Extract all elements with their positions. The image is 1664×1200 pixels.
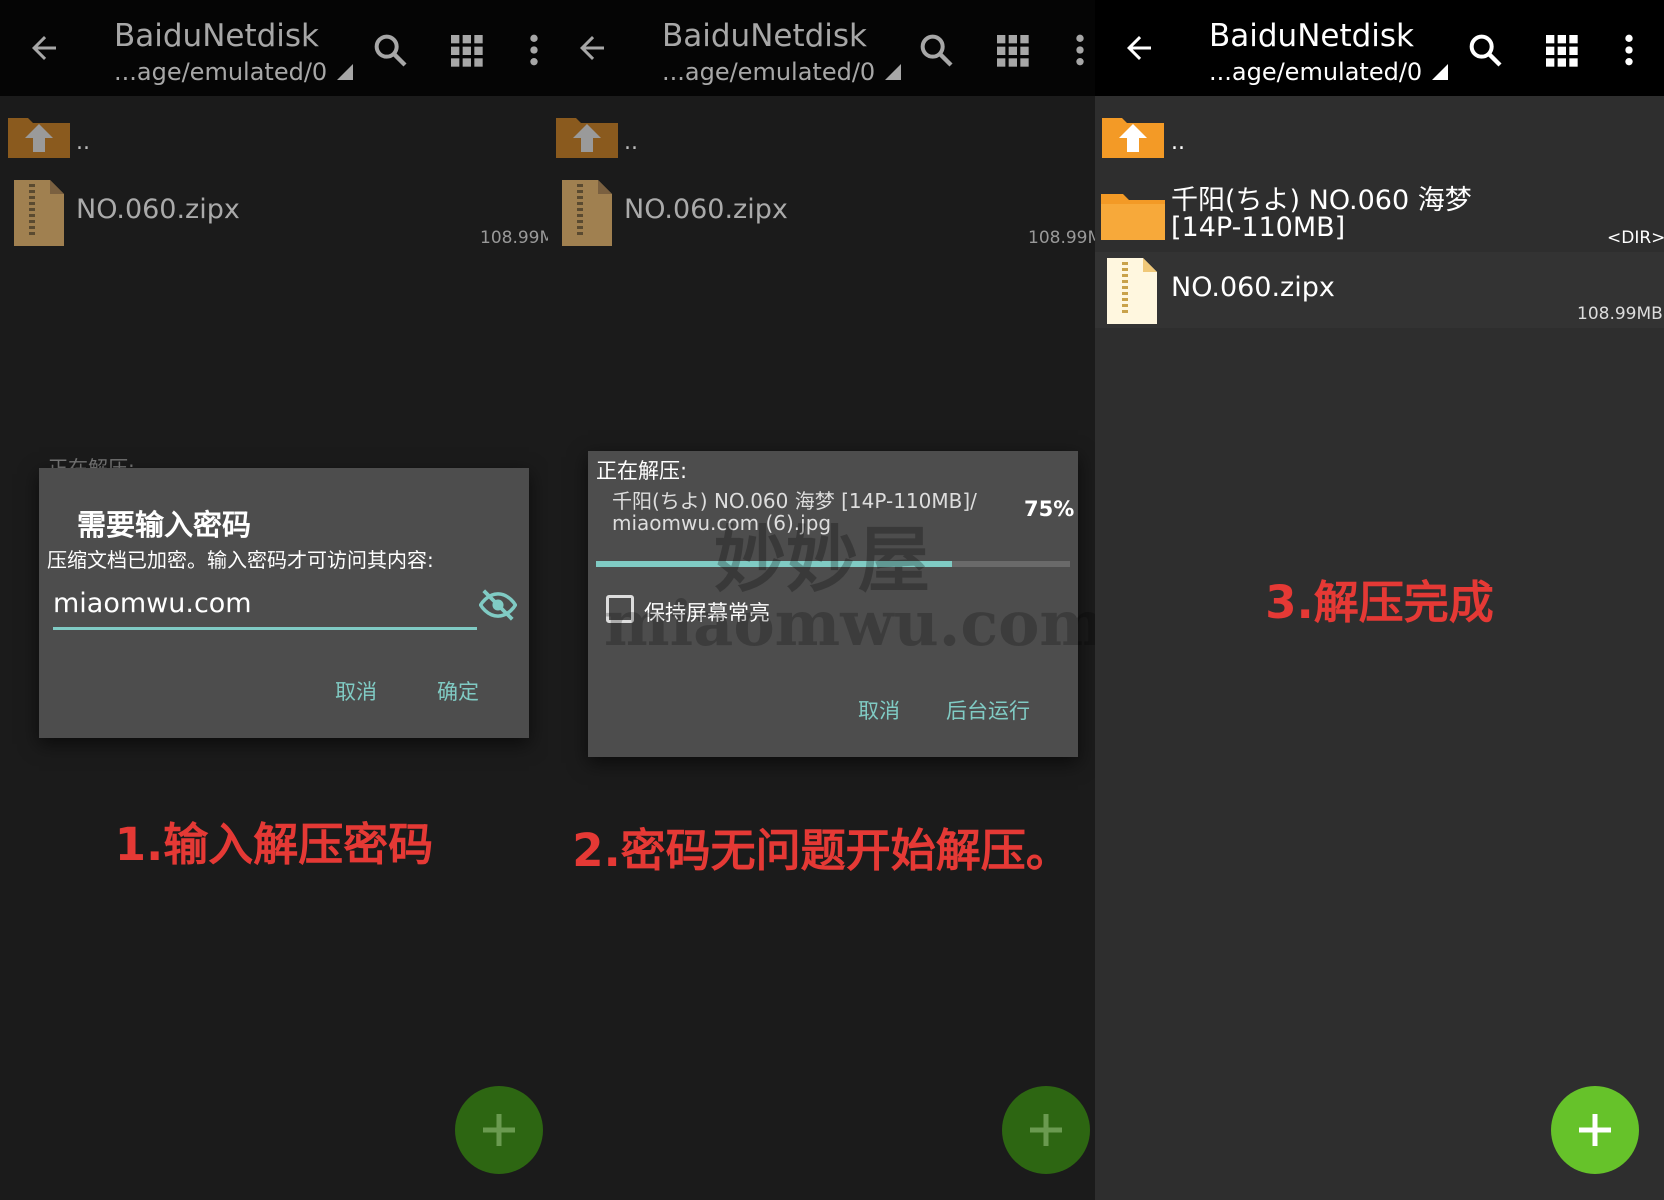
run-in-background-button[interactable]: 后台运行	[946, 695, 1030, 725]
path-dropdown[interactable]: ...age/emulated/0	[662, 58, 902, 86]
grid-icon[interactable]	[1541, 30, 1581, 70]
search-icon[interactable]	[370, 30, 410, 70]
file-name: NO.060.zipx	[76, 194, 240, 225]
path-label: ...age/emulated/0	[114, 58, 328, 86]
parent-dir-label: ..	[1171, 130, 1185, 155]
watermark-en: miaomwu.com	[604, 587, 1095, 660]
folder-up-icon	[8, 118, 70, 158]
folder-icon	[1101, 194, 1165, 240]
panel-step-2: BaiduNetdisk ...age/emulated/0 .. NO.060…	[548, 0, 1095, 1200]
path-dropdown[interactable]: ...age/emulated/0	[114, 58, 354, 86]
extract-progress-dialog: 正在解压: 千阳(ちよ) NO.060 海梦 [14P-110MB]/ miao…	[588, 451, 1095, 757]
add-fab-button[interactable]	[1002, 1086, 1090, 1174]
path-dropdown[interactable]: ...age/emulated/0	[1209, 58, 1449, 86]
app-bar: BaiduNetdisk ...age/emulated/0	[548, 0, 1095, 96]
step-caption: 1.输入解压密码	[114, 818, 434, 871]
app-title: BaiduNetdisk	[1209, 18, 1415, 54]
extracting-label: 正在解压:	[596, 459, 688, 483]
parent-dir-label: ..	[76, 130, 90, 155]
file-size: 108.99M	[480, 228, 548, 248]
eye-off-icon[interactable]	[479, 586, 517, 624]
file-size: 108.99M	[1028, 228, 1095, 248]
panel-step-3: BaiduNetdisk ...age/emulated/0 .. 千阳(ちよ)…	[1095, 0, 1664, 1200]
ok-button[interactable]: 确定	[437, 676, 479, 706]
app-bar: BaiduNetdisk ...age/emulated/0	[0, 0, 548, 96]
parent-dir-label: ..	[624, 130, 638, 155]
cancel-button[interactable]: 取消	[858, 695, 900, 725]
app-title: BaiduNetdisk	[114, 18, 320, 54]
progress-percent: 75%	[1024, 497, 1075, 521]
panel-step-1: BaiduNetdisk ...age/emulated/0 .. NO.060…	[0, 0, 548, 1200]
file-size: 108.99MB	[1577, 304, 1663, 324]
grid-icon[interactable]	[446, 30, 486, 70]
folder-name-line2: [14P-110MB]	[1171, 212, 1346, 243]
zip-file-icon	[562, 180, 612, 246]
cancel-button[interactable]: 取消	[335, 676, 377, 706]
folder-up-icon	[556, 118, 618, 158]
password-dialog: 需要输入密码 压缩文档已加密。输入密码才可访问其内容: 取消 确定	[39, 468, 529, 738]
dropdown-triangle-icon	[337, 64, 354, 80]
list-item-zip[interactable]: NO.060.zipx 108.99MB	[1095, 252, 1664, 328]
search-icon[interactable]	[1465, 30, 1505, 70]
app-bar: BaiduNetdisk ...age/emulated/0	[1095, 0, 1664, 96]
step-caption: 3.解压完成	[1265, 576, 1494, 629]
back-arrow-icon[interactable]	[1121, 30, 1157, 66]
path-label: ...age/emulated/0	[662, 58, 876, 86]
back-arrow-icon[interactable]	[26, 30, 62, 66]
plus-icon	[483, 1114, 515, 1146]
dropdown-triangle-icon	[885, 64, 902, 80]
back-arrow-icon[interactable]	[574, 30, 610, 66]
grid-icon[interactable]	[992, 30, 1032, 70]
path-label: ...age/emulated/0	[1209, 58, 1423, 86]
dialog-message: 压缩文档已加密。输入密码才可访问其内容:	[47, 548, 434, 572]
more-vert-icon[interactable]	[1609, 30, 1649, 70]
more-vert-icon[interactable]	[1060, 30, 1095, 70]
file-name: NO.060.zipx	[1171, 272, 1335, 303]
file-name: NO.060.zipx	[624, 194, 788, 225]
step-caption: 2.密码无问题开始解压。	[572, 824, 1071, 877]
add-fab-button[interactable]	[455, 1086, 543, 1174]
more-vert-icon[interactable]	[514, 30, 548, 70]
dir-tag: <DIR>	[1607, 228, 1664, 248]
dialog-title: 需要输入密码	[77, 508, 252, 542]
plus-icon	[1579, 1114, 1611, 1146]
password-input[interactable]	[53, 580, 477, 630]
plus-icon	[1030, 1114, 1062, 1146]
zip-file-icon	[14, 180, 64, 246]
zip-file-icon	[1107, 258, 1157, 324]
dropdown-triangle-icon	[1432, 64, 1449, 80]
app-title: BaiduNetdisk	[662, 18, 868, 54]
add-fab-button[interactable]	[1551, 1086, 1639, 1174]
search-icon[interactable]	[916, 30, 956, 70]
folder-up-icon	[1102, 118, 1164, 158]
